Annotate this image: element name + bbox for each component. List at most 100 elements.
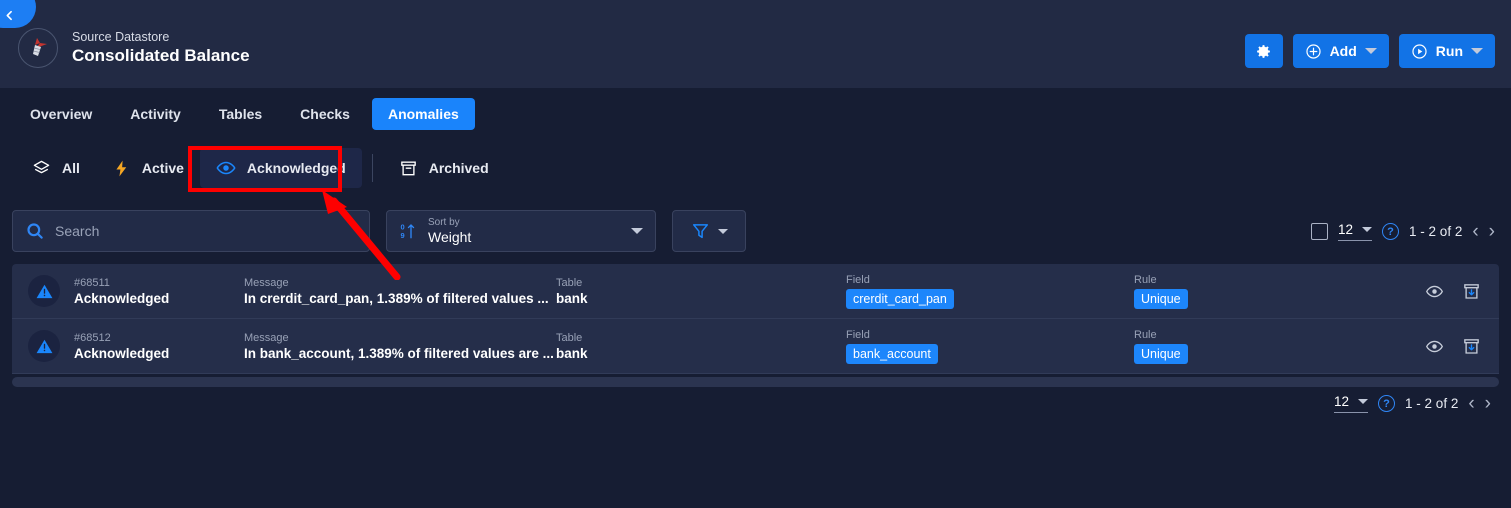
- eye-icon[interactable]: [1425, 337, 1444, 356]
- table-caption: Table: [556, 276, 583, 289]
- tab-label: Activity: [130, 106, 181, 122]
- play-circle-icon: [1412, 43, 1427, 59]
- row-rule-cell: Rule Unique: [1134, 328, 1425, 364]
- add-button-label: Add: [1329, 43, 1357, 59]
- row-id-cell: #68511 Acknowledged: [74, 276, 244, 307]
- tab-anomalies[interactable]: Anomalies: [371, 98, 475, 130]
- table-value: bank: [556, 345, 588, 361]
- archive-down-icon[interactable]: [1462, 282, 1481, 301]
- filter-archived[interactable]: Archived: [383, 148, 505, 188]
- filter-all-label: All: [62, 160, 80, 176]
- filter-all[interactable]: All: [16, 148, 96, 188]
- message-caption: Message: [244, 276, 289, 289]
- filter-acknowledged[interactable]: Acknowledged: [199, 148, 362, 188]
- rule-caption: Rule: [1134, 329, 1157, 341]
- table-row[interactable]: #68511 Acknowledged Message In crerdit_c…: [12, 264, 1499, 319]
- eye-icon[interactable]: [1425, 282, 1444, 301]
- rule-chip[interactable]: Unique: [1134, 344, 1188, 364]
- row-actions: [1425, 282, 1499, 301]
- next-page-button[interactable]: ›: [1489, 222, 1495, 241]
- status-badge: [28, 330, 60, 362]
- page-size-value: 12: [1338, 222, 1354, 237]
- warning-triangle-icon: [36, 339, 52, 353]
- filter-active-label: Active: [141, 160, 184, 176]
- search-input[interactable]: Search: [12, 210, 370, 252]
- field-caption: Field: [846, 274, 870, 286]
- datastore-logo-icon: [33, 38, 47, 56]
- run-button-label: Run: [1435, 43, 1463, 59]
- anomaly-id: #68512: [74, 331, 111, 344]
- field-chip[interactable]: bank_account: [846, 344, 938, 364]
- next-page-button[interactable]: ›: [1485, 394, 1491, 413]
- tab-label: Checks: [300, 106, 350, 122]
- gear-icon: [1257, 44, 1270, 58]
- page-size-dropdown[interactable]: 12: [1338, 222, 1373, 241]
- chevron-down-icon: [1362, 227, 1373, 232]
- settings-button[interactable]: [1244, 34, 1283, 68]
- tab-activity[interactable]: Activity: [114, 98, 197, 130]
- funnel-icon: [692, 224, 708, 239]
- table-row[interactable]: #68512 Acknowledged Message In bank_acco…: [12, 319, 1499, 374]
- help-icon[interactable]: ?: [1378, 395, 1396, 412]
- chevron-down-icon: [1358, 399, 1369, 404]
- nav-tabs: Overview Activity Tables Checks Anomalie…: [0, 94, 475, 134]
- status-filter-bar: All Active Acknowledged Archived: [0, 142, 1511, 194]
- search-placeholder: Search: [55, 223, 100, 239]
- prev-page-button[interactable]: ‹: [1472, 222, 1478, 241]
- lightning-bolt-icon: [116, 160, 127, 176]
- layers-icon: [33, 160, 50, 173]
- help-icon[interactable]: ?: [1382, 223, 1400, 240]
- select-all-checkbox[interactable]: [1311, 223, 1329, 240]
- search-icon: [27, 223, 43, 239]
- pagination-range: 1 - 2 of 2: [1405, 396, 1459, 411]
- datastore-subtitle: Source Datastore: [72, 30, 170, 44]
- row-rule-cell: Rule Unique: [1134, 273, 1425, 309]
- datastore-identity: Source Datastore Consolidated Balance: [18, 28, 250, 68]
- row-id-cell: #68512 Acknowledged: [74, 331, 244, 362]
- field-chip[interactable]: crerdit_card_pan: [846, 289, 954, 309]
- message-value: In bank_account, 1.389% of filtered valu…: [244, 345, 554, 361]
- chevron-left-icon: [6, 10, 12, 21]
- row-table-cell: Table bank: [556, 276, 846, 307]
- row-table-cell: Table bank: [556, 331, 846, 362]
- message-value: In crerdit_card_pan, 1.389% of filtered …: [244, 290, 549, 306]
- page-title: Consolidated Balance: [72, 46, 250, 65]
- pagination-bottom: 12 ? 1 - 2 of 2 ‹ ›: [1334, 394, 1491, 413]
- sort-ascending-icon: 0 9: [401, 223, 415, 240]
- header-actions: Add Run: [1244, 34, 1495, 68]
- row-field-cell: Field crerdit_card_pan: [846, 273, 1134, 309]
- tab-checks[interactable]: Checks: [284, 98, 366, 130]
- row-actions: [1425, 337, 1499, 356]
- rule-caption: Rule: [1134, 274, 1157, 286]
- tab-label: Tables: [218, 106, 263, 122]
- filter-active[interactable]: Active: [96, 148, 200, 188]
- horizontal-scrollbar[interactable]: [12, 377, 1499, 387]
- tab-overview[interactable]: Overview: [14, 98, 108, 130]
- eye-icon: [216, 161, 236, 175]
- filter-archived-label: Archived: [428, 160, 489, 176]
- archive-down-icon[interactable]: [1462, 337, 1481, 356]
- page-size-dropdown[interactable]: 12: [1334, 394, 1369, 413]
- add-button[interactable]: Add: [1292, 34, 1389, 68]
- field-caption: Field: [846, 329, 870, 341]
- page-header: Source Datastore Consolidated Balance Ad…: [0, 0, 1511, 88]
- tab-label: Overview: [30, 106, 93, 122]
- status-badge: [28, 275, 60, 307]
- pagination-range: 1 - 2 of 2: [1409, 224, 1463, 239]
- row-message-cell: Message In bank_account, 1.389% of filte…: [244, 331, 556, 362]
- rule-chip[interactable]: Unique: [1134, 289, 1188, 309]
- run-button[interactable]: Run: [1398, 34, 1495, 68]
- plus-circle-icon: [1305, 43, 1321, 59]
- tab-label: Anomalies: [387, 106, 459, 122]
- anomaly-status: Acknowledged: [74, 345, 170, 361]
- back-button[interactable]: [0, 0, 36, 28]
- message-caption: Message: [244, 331, 289, 344]
- chevron-down-icon: [717, 228, 728, 234]
- sort-caption: Sort by: [428, 217, 460, 228]
- sort-dropdown[interactable]: 0 9 Sort by Weight: [386, 210, 656, 252]
- tab-tables[interactable]: Tables: [203, 98, 278, 130]
- filter-acknowledged-label: Acknowledged: [246, 160, 346, 176]
- filter-button[interactable]: [672, 210, 746, 252]
- prev-page-button[interactable]: ‹: [1468, 394, 1474, 413]
- table-caption: Table: [556, 331, 583, 344]
